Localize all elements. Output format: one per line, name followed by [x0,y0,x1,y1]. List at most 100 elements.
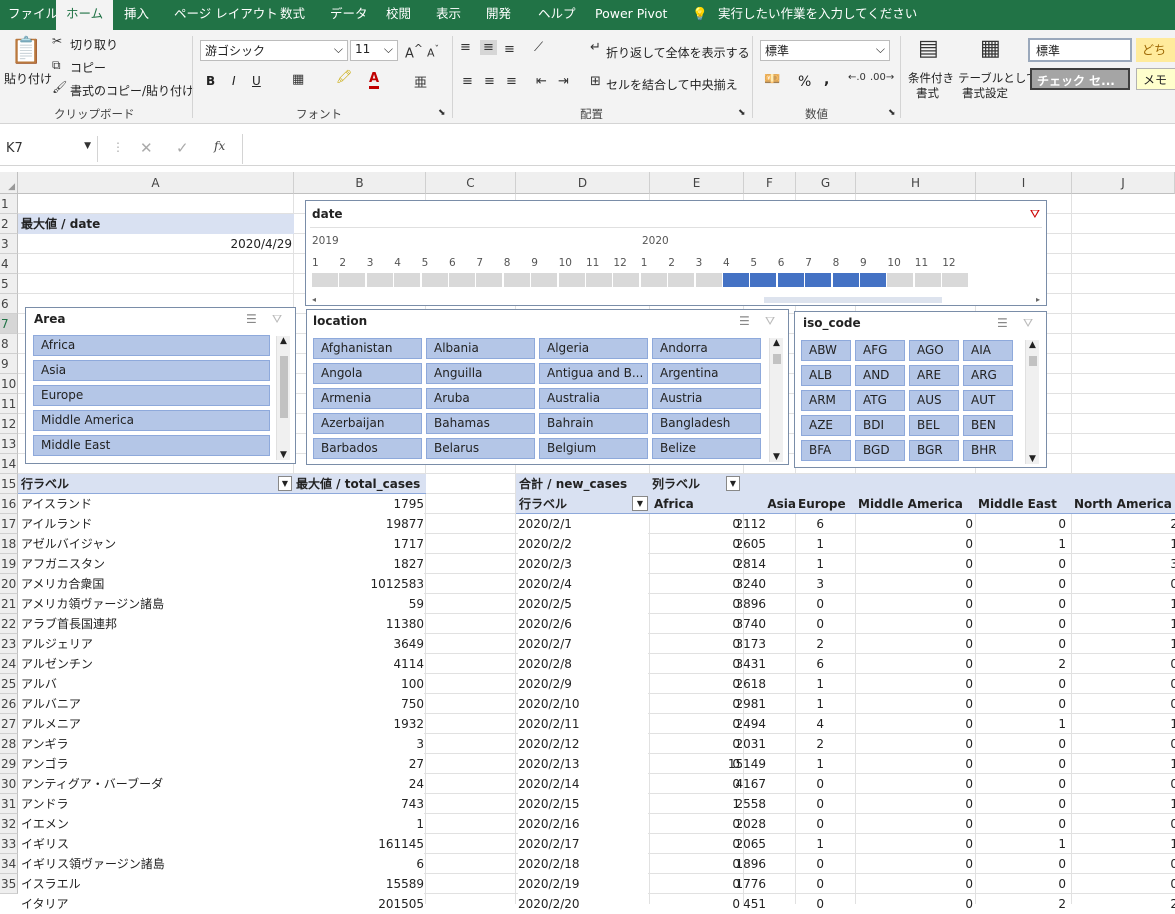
font-color-icon[interactable]: A [369,72,380,89]
pivot2-value-cell[interactable]: 1 [1008,714,1066,734]
scroll-thumb[interactable] [1029,356,1037,366]
bold-button[interactable]: B [206,74,215,88]
location-slicer-item[interactable]: Angola [313,363,422,384]
row-header-27[interactable]: 27 [0,714,18,734]
tab-file[interactable]: ファイル [8,0,58,30]
pivot2-value-cell[interactable]: 2031 [708,734,766,754]
timeline-scroll-thumb[interactable] [764,297,942,303]
pivot2-value-cell[interactable]: 1 [766,534,824,554]
pivot2-value-cell[interactable]: 2 [766,634,824,654]
pivot2-column-header[interactable]: Asia [744,494,796,514]
pivot2-value-cell[interactable]: 0 [915,754,973,774]
pivot1-value-cell[interactable]: 161145 [294,834,424,854]
pivot2-value-cell[interactable]: 1 [1120,594,1175,614]
location-slicer-item[interactable]: Aruba [426,388,535,409]
pivot2-row-label[interactable]: 2020/2/12 [518,734,648,754]
select-all-corner[interactable]: ◢ [0,172,18,194]
pivot2-value-cell[interactable]: 0 [1120,854,1175,874]
row-header-12[interactable]: 12 [0,414,18,434]
scroll-thumb[interactable] [280,356,288,418]
tab-home[interactable]: ホーム [56,0,114,30]
pivot2-row-label[interactable]: 2020/2/9 [518,674,648,694]
location-slicer-item[interactable]: Albania [426,338,535,359]
filter-dropdown-icon[interactable]: ▼ [726,476,740,491]
pivot2-value-cell[interactable]: 0 [915,574,973,594]
iso-slicer-item[interactable]: ABW [801,340,851,361]
pivot2-value-cell[interactable]: 0 [766,774,824,794]
row-header-20[interactable]: 20 [0,574,18,594]
timeline-month-bar[interactable] [777,273,804,287]
location-slicer-item[interactable]: Antigua and B... [539,363,648,384]
pivot2-value-cell[interactable]: 0 [1008,874,1066,894]
row-header-11[interactable]: 11 [0,394,18,414]
pivot1-value-cell[interactable]: 750 [294,694,424,714]
pivot-date-header[interactable]: 最大値 / date [18,214,294,234]
pivot2-row-label[interactable]: 2020/2/18 [518,854,648,874]
col-header-B[interactable]: B [294,172,426,194]
italic-button[interactable]: I [232,74,236,88]
pivot1-row-label[interactable]: アンドラ [18,794,294,814]
scroll-down-icon[interactable]: ▼ [773,452,780,462]
pivot2-value-cell[interactable]: 0 [915,734,973,754]
pivot2-value-cell[interactable]: 0 [1008,554,1066,574]
area-slicer-item[interactable]: Africa [33,335,270,356]
row-header-21[interactable]: 21 [0,594,18,614]
pivot2-value-cell[interactable]: 0 [1120,774,1175,794]
row-header-14[interactable]: 14 [0,454,18,474]
location-slicer-item[interactable]: Bahrain [539,413,648,434]
copy-button[interactable]: コピー [70,59,106,76]
font-name-combo[interactable]: 游ゴシック ⌵ [200,40,348,61]
area-slicer-item[interactable]: Europe [33,385,270,406]
row-header-30[interactable]: 30 [0,774,18,794]
pivot2-value-cell[interactable]: 1 [766,674,824,694]
location-slicer-item[interactable]: Anguilla [426,363,535,384]
pivot2-value-cell[interactable]: 0 [1120,874,1175,894]
pivot1-value-cell[interactable]: 24 [294,774,424,794]
col-header-I[interactable]: I [976,172,1072,194]
wrap-text-icon[interactable]: ↵ [590,40,601,55]
row-header-3[interactable]: 3 [0,234,18,254]
font-size-combo[interactable]: 11 ⌵ [350,40,398,61]
timeline-month-bar[interactable] [558,273,585,287]
pivot1-value-cell[interactable]: 11380 [294,614,424,634]
pivot2-column-header[interactable]: Africa [652,494,742,514]
pivot1-row-label[interactable]: アイスランド [18,494,294,514]
borders-icon[interactable]: ▦ [292,72,304,87]
pivot1-value-cell[interactable]: 100 [294,674,424,694]
timeline-month-bar[interactable] [914,273,941,287]
style-normal[interactable]: 標準 [1028,38,1132,62]
location-slicer-item[interactable]: Barbados [313,438,422,459]
iso-slicer-item[interactable]: AUS [909,390,959,411]
row-header-31[interactable]: 31 [0,794,18,814]
pivot2-value-cell[interactable]: 3 [766,574,824,594]
pivot2-value-cell[interactable]: 0 [1120,574,1175,594]
location-slicer-item[interactable]: Andorra [652,338,761,359]
filter-applied-icon[interactable]: ▼ [632,496,648,511]
comma-button[interactable]: , [824,72,829,88]
pivot2-value-cell[interactable]: 0 [915,594,973,614]
col-header-D[interactable]: D [516,172,650,194]
location-slicer-item[interactable]: Belgium [539,438,648,459]
pivot2-value-cell[interactable]: 1 [1120,794,1175,814]
pivot2-value-cell[interactable]: 3431 [708,654,766,674]
pivot1-value-cell[interactable]: 59 [294,594,424,614]
row-header-6[interactable]: 6 [0,294,18,314]
pivot2-value-cell[interactable]: 2814 [708,554,766,574]
pivot2-row-label[interactable]: 2020/2/2 [518,534,648,554]
pivot1-value-cell[interactable]: 1717 [294,534,424,554]
pivot1-row-label[interactable]: アメリカ領ヴァージン諸島 [18,594,294,614]
pivot2-value-cell[interactable]: 15149 [708,754,766,774]
iso-slicer-item[interactable]: ARG [963,365,1013,386]
pivot-date-value[interactable]: 2020/4/29 [18,234,292,254]
dialog-launcher-icon[interactable]: ⬊ [888,108,896,118]
location-slicer-item[interactable]: Argentina [652,363,761,384]
row-header-35[interactable]: 35 [0,874,18,894]
pivot2-value-header[interactable]: 合計 / new_cases [519,474,627,494]
copy-icon[interactable]: ⧉ [52,58,61,73]
iso-slicer-item[interactable]: AUT [963,390,1013,411]
row-header-4[interactable]: 4 [0,254,18,274]
timeline-month-bar[interactable] [531,273,558,287]
pivot2-value-cell[interactable]: 0 [1120,654,1175,674]
fill-color-icon[interactable]: 🖍 [336,70,353,85]
location-slicer-item[interactable]: Algeria [539,338,648,359]
